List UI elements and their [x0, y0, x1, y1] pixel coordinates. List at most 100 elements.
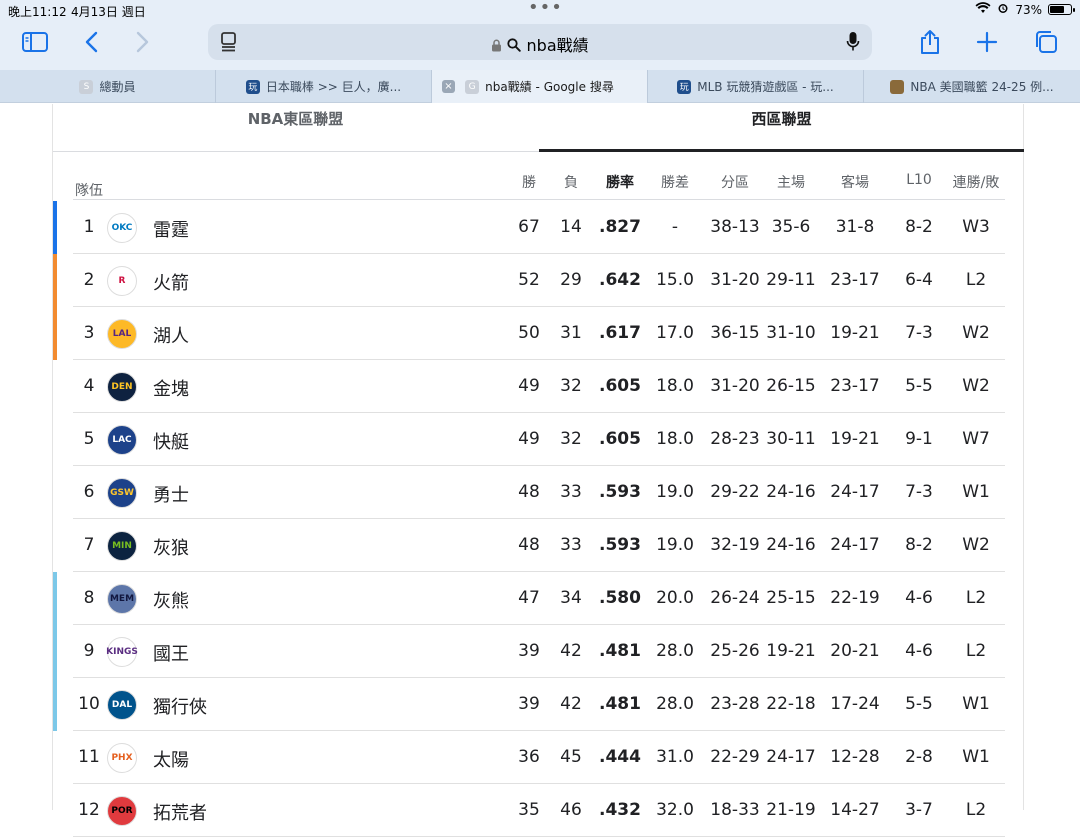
table-row[interactable]: 2 R 火箭 52 29 .642 15.0 31-20 29-11 23-17 6-4 L2: [53, 254, 1005, 307]
browser-tab[interactable]: 玩 MLB 玩競猜遊戲區 - 玩...: [648, 70, 864, 103]
address-text[interactable]: nba戰績: [208, 32, 872, 56]
table-row[interactable]: 3 LAL 湖人 50 31 .617 17.0 36-15 31-10 19-21 7-3 W2: [53, 307, 1005, 360]
cell-win-pct: .605: [599, 429, 641, 449]
cell-away: 24-17: [830, 535, 880, 555]
cell-last-10: 7-3: [905, 323, 933, 343]
team-logo-icon[interactable]: OKC: [107, 213, 137, 243]
team-logo-icon[interactable]: KINGS: [106, 637, 138, 667]
table-row[interactable]: 12 POR 拓荒者 35 46 .432 32.0 18-33 21-19 14-27 3-7 L2: [73, 784, 1005, 837]
share-icon[interactable]: [914, 26, 946, 58]
table-row[interactable]: 1 OKC 雷霆 67 14 .827 - 38-13 35-6 31-8 8-2 W3: [53, 201, 1005, 254]
team-name[interactable]: 湖人: [153, 322, 189, 348]
cell-win-pct: .593: [599, 535, 641, 555]
sidebar-icon[interactable]: [19, 26, 51, 58]
header-games-behind: 勝差: [661, 175, 689, 191]
cell-home: 31-10: [766, 323, 816, 343]
cell-streak: W1: [962, 694, 990, 714]
cell-win-pct: .605: [599, 376, 641, 396]
cell-last-10: 9-1: [905, 429, 933, 449]
team-rank: 5: [83, 429, 95, 449]
team-logo-icon[interactable]: DEN: [107, 372, 137, 402]
cell-losses: 34: [560, 588, 582, 608]
page-content: NBA東區聯盟 西區聯盟 隊伍 勝 負 勝率 勝差 分區 主場 客場 L10 連…: [0, 104, 1080, 837]
multitask-dots-icon[interactable]: •••: [528, 0, 563, 18]
browser-tab[interactable]: S 總動員: [0, 70, 216, 103]
cell-wins: 49: [518, 376, 540, 396]
status-bar: 晚上11:12 4月13日 週日 ••• 73%: [0, 0, 1080, 20]
tab-overview-icon[interactable]: [1030, 26, 1062, 58]
tab-east-conference[interactable]: NBA東區聯盟: [53, 108, 538, 129]
forward-arrow-icon[interactable]: [127, 26, 159, 58]
browser-tab[interactable]: NBA 美國職籃 24-25 例...: [864, 70, 1080, 103]
team-name[interactable]: 灰狼: [153, 534, 189, 560]
team-logo-icon[interactable]: LAL: [107, 319, 137, 349]
cell-home: 26-15: [766, 376, 816, 396]
table-row[interactable]: 11 PHX 太陽 36 45 .444 31.0 22-29 24-17 12-28 2-8 W1: [73, 731, 1005, 784]
favicon-icon: G: [465, 79, 480, 94]
cell-home: 25-15: [766, 588, 816, 608]
status-time: 晚上11:12: [8, 5, 67, 19]
table-row[interactable]: 10 DAL 獨行俠 39 42 .481 28.0 23-28 22-18 17-24 5-5 W1: [53, 678, 1005, 731]
team-logo-icon[interactable]: MEM: [107, 584, 137, 614]
cell-win-pct: .444: [599, 747, 641, 767]
cell-games-behind: 18.0: [656, 376, 694, 396]
table-row[interactable]: 8 MEM 灰熊 47 34 .580 20.0 26-24 25-15 22-19 4-6 L2: [53, 572, 1005, 625]
team-name[interactable]: 灰熊: [153, 587, 189, 613]
team-logo-icon[interactable]: R: [107, 266, 137, 296]
team-name[interactable]: 拓荒者: [153, 799, 207, 825]
address-bar[interactable]: nba戰績: [208, 24, 872, 60]
team-name[interactable]: 火箭: [153, 269, 189, 295]
cell-last-10: 3-7: [905, 800, 933, 820]
tab-label: MLB 玩競猜遊戲區 - 玩...: [697, 80, 834, 94]
team-name[interactable]: 獨行俠: [153, 693, 207, 719]
cell-away: 14-27: [830, 800, 880, 820]
table-row[interactable]: 4 DEN 金塊 49 32 .605 18.0 31-20 26-15 23-17 5-5 W2: [73, 360, 1005, 413]
browser-tab[interactable]: × Gnba戰績 - Google 搜尋: [432, 70, 648, 103]
team-logo-icon[interactable]: GSW: [107, 478, 137, 508]
cell-division: 26-24: [710, 588, 760, 608]
browser-tab[interactable]: 玩日本職棒 >> 巨人，廣...: [216, 70, 432, 103]
team-logo-icon[interactable]: DAL: [107, 690, 137, 720]
tab-west-conference[interactable]: 西區聯盟: [539, 108, 1024, 129]
cell-win-pct: .642: [599, 270, 641, 290]
team-name[interactable]: 雷霆: [153, 216, 189, 242]
seed-indicator: [53, 307, 57, 360]
back-arrow-icon[interactable]: [75, 26, 107, 58]
team-name[interactable]: 國王: [153, 640, 189, 666]
team-rank: 10: [78, 694, 100, 714]
cell-home: 24-17: [766, 747, 816, 767]
cell-wins: 48: [518, 535, 540, 555]
team-name[interactable]: 金塊: [153, 375, 189, 401]
team-name[interactable]: 勇士: [153, 481, 189, 507]
team-logo-icon[interactable]: MIN: [107, 531, 137, 561]
cell-home: 29-11: [766, 270, 816, 290]
cell-away: 20-21: [830, 641, 880, 661]
cell-streak: W3: [962, 217, 990, 237]
team-rank: 3: [83, 323, 95, 343]
address-query: nba戰績: [526, 36, 589, 55]
team-name[interactable]: 快艇: [153, 428, 189, 454]
table-row[interactable]: 7 MIN 灰狼 48 33 .593 19.0 32-19 24-16 24-17 8-2 W2: [73, 519, 1005, 572]
team-logo-icon[interactable]: PHX: [107, 743, 137, 773]
cell-wins: 39: [518, 641, 540, 661]
team-name[interactable]: 太陽: [153, 746, 189, 772]
cell-wins: 39: [518, 694, 540, 714]
table-row[interactable]: 6 GSW 勇士 48 33 .593 19.0 29-22 24-16 24-17 7-3 W1: [73, 466, 1005, 519]
cell-games-behind: -: [671, 217, 679, 237]
favicon-icon: S: [79, 79, 94, 94]
team-logo-icon[interactable]: LAC: [107, 425, 137, 455]
tab-label: NBA 美國職籃 24-25 例...: [910, 80, 1054, 94]
cell-games-behind: 20.0: [656, 588, 694, 608]
cell-wins: 67: [518, 217, 540, 237]
header-wins: 勝: [522, 175, 536, 191]
table-row[interactable]: 9 KINGS 國王 39 42 .481 28.0 25-26 19-21 20-21 4-6 L2: [53, 625, 1005, 678]
table-row[interactable]: 5 LAC 快艇 49 32 .605 18.0 28-23 30-11 19-21 9-1 W7: [73, 413, 1005, 466]
cell-streak: W1: [962, 747, 990, 767]
team-logo-icon[interactable]: POR: [107, 796, 137, 826]
close-tab-icon[interactable]: ×: [442, 80, 455, 93]
battery-percent: 73%: [1015, 2, 1042, 17]
new-tab-plus-icon[interactable]: [971, 26, 1003, 58]
microphone-icon[interactable]: [846, 31, 860, 57]
cell-games-behind: 19.0: [656, 535, 694, 555]
team-rank: 9: [83, 641, 95, 661]
